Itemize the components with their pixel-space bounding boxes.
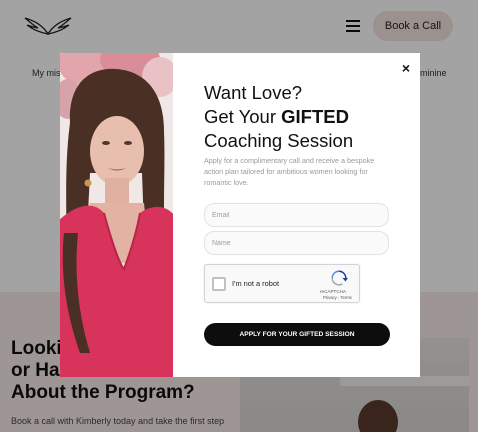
close-icon[interactable]: × [399, 60, 413, 76]
apply-session-button[interactable]: APPLY FOR YOUR GIFTED SESSION [204, 323, 390, 346]
recaptcha-logo-icon [331, 270, 348, 286]
recaptcha-brand: reCAPTCHA [320, 289, 347, 294]
headline-line3: Coaching Session [204, 130, 354, 151]
recaptcha-privacy-terms-links[interactable]: Privacy - Terms [323, 295, 352, 300]
lead-popup-modal: × Want Love? Get Your GIFTED Coaching Se… [60, 53, 420, 377]
recaptcha-checkbox[interactable] [212, 277, 226, 291]
headline-line2-prefix: Get Your [204, 106, 282, 127]
email-field[interactable] [204, 203, 389, 227]
popup-headline: Want Love? Get Your GIFTED Coaching Sess… [204, 81, 414, 153]
name-field[interactable] [204, 231, 389, 255]
headline-line2-bold: GIFTED [281, 106, 349, 127]
recaptcha-label: I'm not a robot [232, 279, 280, 288]
headline-line2: Get Your GIFTED [204, 105, 414, 129]
headline-line1: Want Love? [204, 82, 303, 103]
popup-description: Apply for a complimentary call and recei… [204, 156, 375, 187]
coach-portrait-photo [60, 53, 173, 377]
popup-form-panel: × Want Love? Get Your GIFTED Coaching Se… [173, 53, 420, 377]
recaptcha-widget: I'm not a robot reCAPTCHA Privacy - Term… [204, 264, 360, 303]
